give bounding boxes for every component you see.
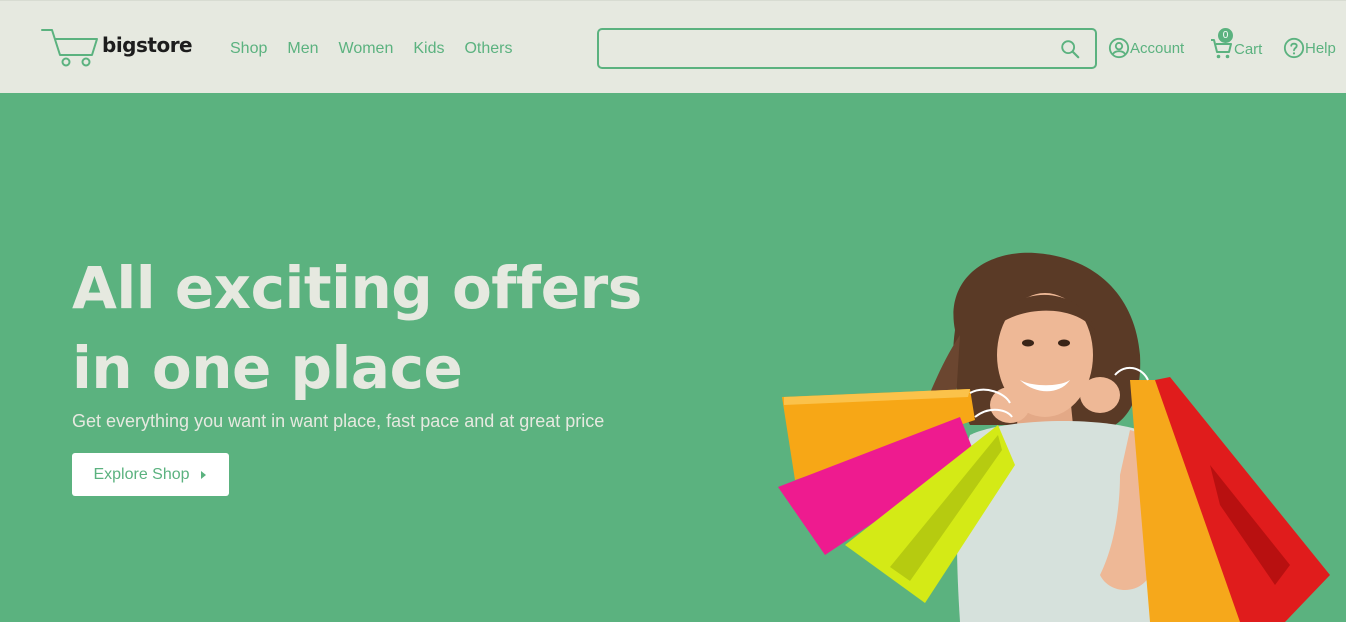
- brand-name: bigstore: [102, 33, 193, 57]
- help-label: Help: [1305, 39, 1336, 57]
- nav-item-others[interactable]: Others: [464, 40, 512, 58]
- cart-link[interactable]: 0 Cart: [1210, 28, 1263, 61]
- search-input[interactable]: [609, 38, 1049, 60]
- account-link[interactable]: Account: [1108, 37, 1184, 59]
- explore-shop-label: Explore Shop: [93, 465, 190, 483]
- account-label: Account: [1130, 39, 1185, 57]
- cart-label: Cart: [1234, 40, 1263, 58]
- brand-logo[interactable]: bigstore: [40, 27, 193, 69]
- search-box: [597, 28, 1097, 69]
- explore-shop-button[interactable]: Explore Shop: [72, 453, 229, 496]
- nav-item-kids[interactable]: Kids: [413, 40, 444, 58]
- cart-icon-wrap: 0: [1210, 28, 1234, 61]
- nav-item-women[interactable]: Women: [339, 40, 394, 58]
- account-circle-icon: [1108, 37, 1130, 59]
- cart-logo-icon: [41, 29, 98, 67]
- hero-shopping-woman-image: [778, 252, 1330, 622]
- nav-item-shop[interactable]: Shop: [230, 40, 267, 58]
- help-circle-icon: [1283, 37, 1305, 59]
- search-icon[interactable]: [1059, 38, 1081, 60]
- hero-title: All exciting offers in one place: [72, 254, 642, 402]
- site-header: bigstore Shop Men Women Kids Others Acco…: [0, 0, 1346, 93]
- cart-count-badge: 0: [1218, 28, 1233, 43]
- help-link[interactable]: Help: [1283, 37, 1336, 59]
- caret-right-icon: [200, 470, 206, 479]
- nav-item-men[interactable]: Men: [287, 40, 318, 58]
- hero-subtitle: Get everything you want in want place, f…: [72, 411, 605, 431]
- main-nav: Shop Men Women Kids Others: [230, 40, 512, 58]
